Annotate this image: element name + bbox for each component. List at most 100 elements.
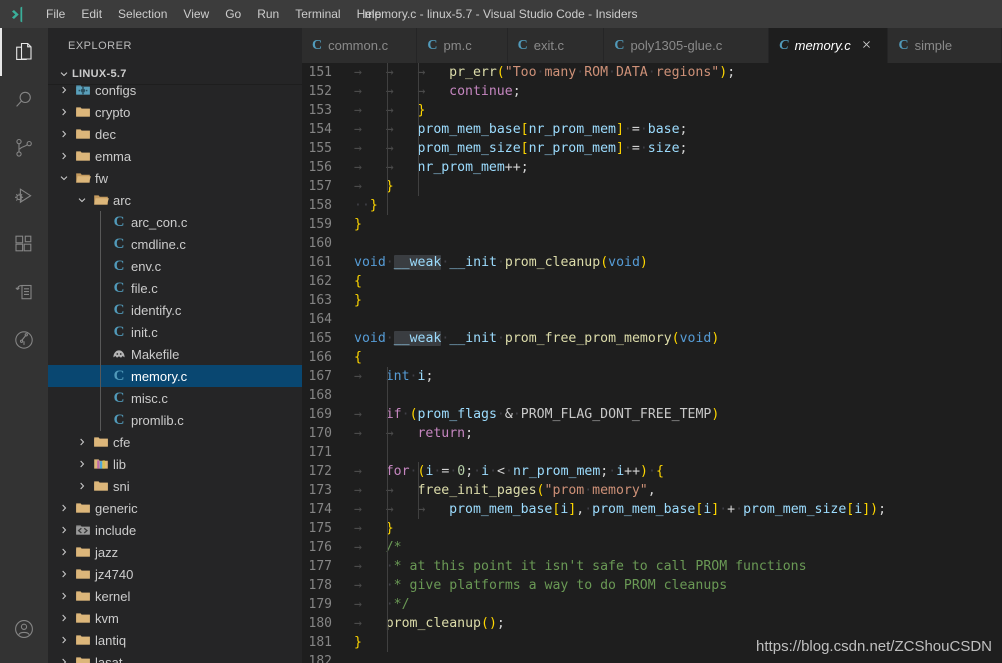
tree-folder-configs[interactable]: configs <box>48 85 302 101</box>
menu-go[interactable]: Go <box>217 0 249 28</box>
editor-tab-simple[interactable]: Csimple <box>888 28 1002 63</box>
editor-tab-bar[interactable]: Ccommon.cCpm.cCexit.cCpoly1305-glue.cCme… <box>302 28 1002 63</box>
tree-file-file-c[interactable]: Cfile.c <box>48 277 302 299</box>
file-tree-scroll[interactable]: configscrypto dec emmafwarcCarc_con.cCcmdl… <box>48 85 302 663</box>
activity-item-extensions[interactable] <box>0 220 48 268</box>
activity-item-source-control[interactable] <box>0 124 48 172</box>
c-file-icon: C <box>518 38 528 54</box>
line-number: 180 <box>302 614 354 633</box>
chevron-right-icon[interactable] <box>56 502 72 514</box>
chevron-right-icon[interactable] <box>56 85 72 96</box>
menu-view[interactable]: View <box>175 0 217 28</box>
chevron-right-icon[interactable] <box>74 458 90 470</box>
menu-bar[interactable]: File Edit Selection View Go Run Terminal… <box>38 0 389 28</box>
tree-folder-emma[interactable]: emma <box>48 145 302 167</box>
code-line: 180→prom_cleanup(); <box>302 614 1002 633</box>
tree-file-env-c[interactable]: Cenv.c <box>48 255 302 277</box>
tree-folder-generic[interactable]: generic <box>48 497 302 519</box>
tree-folder-kvm[interactable]: kvm <box>48 607 302 629</box>
menu-terminal[interactable]: Terminal <box>287 0 348 28</box>
line-number: 170 <box>302 424 354 443</box>
activity-item-accounts[interactable] <box>0 605 48 653</box>
tree-item-label: promlib.c <box>130 413 184 428</box>
chevron-right-icon[interactable] <box>56 128 72 140</box>
tree-file-promlib-c[interactable]: Cpromlib.c <box>48 409 302 431</box>
chevron-right-icon[interactable] <box>56 150 72 162</box>
tree-folder-dec[interactable]: dec <box>48 123 302 145</box>
editor-tab-common-c[interactable]: Ccommon.c <box>302 28 417 63</box>
tree-folder-lantiq[interactable]: lantiq <box>48 629 302 651</box>
activity-item-search[interactable] <box>0 76 48 124</box>
activity-item-run-and-debug[interactable] <box>0 172 48 220</box>
editor-content[interactable]: 151→→→pr_err("Too·many·ROM·DATA·regions"… <box>302 63 1002 663</box>
close-icon[interactable] <box>861 38 872 53</box>
tree-folder-arc[interactable]: arc <box>48 189 302 211</box>
chevron-right-icon[interactable] <box>56 546 72 558</box>
title-bar: File Edit Selection View Go Run Terminal… <box>0 0 1002 28</box>
code-line-text: →·* give platforms a way to do PROM clea… <box>354 576 727 595</box>
account-icon <box>12 617 36 641</box>
tree-folder-jz4740[interactable]: jz4740 <box>48 563 302 585</box>
tree-folder-kernel[interactable]: kernel <box>48 585 302 607</box>
chevron-right-icon[interactable] <box>56 106 72 118</box>
tree-item-label: Makefile <box>130 347 179 362</box>
chevron-right-icon[interactable] <box>56 590 72 602</box>
chevron-right-icon[interactable] <box>56 524 72 536</box>
tree-file-makefile[interactable]: Makefile <box>48 343 302 365</box>
folder-icon <box>72 104 94 120</box>
editor-tab-memory-c[interactable]: Cmemory.c <box>769 28 888 63</box>
editor-tab-poly1305-glue-c[interactable]: Cpoly1305-glue.c <box>604 28 769 63</box>
chevron-right-icon[interactable] <box>74 480 90 492</box>
folder-icon <box>72 148 94 164</box>
tree-folder-cfe[interactable]: cfe <box>48 431 302 453</box>
code-line-text: →·*/ <box>354 595 410 614</box>
menu-help[interactable]: Help <box>349 0 390 28</box>
activity-item-remote-explorer[interactable] <box>0 268 48 316</box>
line-number: 169 <box>302 405 354 424</box>
line-number: 154 <box>302 120 354 139</box>
tree-file-identify-c[interactable]: Cidentify.c <box>48 299 302 321</box>
tree-folder-include[interactable]: include <box>48 519 302 541</box>
tree-indent-guide <box>100 211 101 431</box>
code-line-text: →if·(prom_flags·&·PROM_FLAG_DONT_FREE_TE… <box>354 405 719 424</box>
chevron-right-icon[interactable] <box>56 634 72 646</box>
tree-folder-sni[interactable]: sni <box>48 475 302 497</box>
menu-selection[interactable]: Selection <box>110 0 175 28</box>
makefile-icon <box>108 346 130 362</box>
menu-edit[interactable]: Edit <box>73 0 110 28</box>
editor-indent-guide <box>387 63 388 215</box>
workspace-root-row[interactable]: LINUX-5.7 <box>48 63 302 85</box>
activity-item-explorer[interactable] <box>0 28 48 76</box>
chevron-right-icon[interactable] <box>56 612 72 624</box>
menu-run[interactable]: Run <box>249 0 287 28</box>
chevron-right-icon[interactable] <box>56 656 72 663</box>
editor-tab-exit-c[interactable]: Cexit.c <box>508 28 605 63</box>
tree-item-label: memory.c <box>130 369 187 384</box>
tree-folder-crypto[interactable]: crypto <box>48 101 302 123</box>
chevron-right-icon[interactable] <box>56 568 72 580</box>
folder-icon <box>72 610 94 626</box>
c-file-icon: C <box>898 38 908 54</box>
tree-folder-jazz[interactable]: jazz <box>48 541 302 563</box>
tree-file-arc-con-c[interactable]: Carc_con.c <box>48 211 302 233</box>
chevron-down-icon[interactable] <box>74 194 90 206</box>
tree-file-init-c[interactable]: Cinit.c <box>48 321 302 343</box>
editor-tab-pm-c[interactable]: Cpm.c <box>417 28 507 63</box>
menu-file[interactable]: File <box>38 0 73 28</box>
code-line: 158··} <box>302 196 1002 215</box>
c-file-icon: C <box>108 369 130 384</box>
chevron-right-icon[interactable] <box>74 436 90 448</box>
tree-file-cmdline-c[interactable]: Ccmdline.c <box>48 233 302 255</box>
line-number: 158 <box>302 196 354 215</box>
tree-folder-fw[interactable]: fw <box>48 167 302 189</box>
tree-file-memory-c[interactable]: Cmemory.c <box>48 365 302 387</box>
source-code[interactable]: 151→→→pr_err("Too·many·ROM·DATA·regions"… <box>302 63 1002 663</box>
chevron-down-icon[interactable] <box>56 172 72 184</box>
tree-file-misc-c[interactable]: Cmisc.c <box>48 387 302 409</box>
activity-item-testing[interactable] <box>0 316 48 364</box>
code-line-text: →→nr_prom_mem++; <box>354 158 529 177</box>
tree-folder-lib[interactable]: lib <box>48 453 302 475</box>
tree-item-label: lib <box>112 457 126 472</box>
tree-folder-lasat[interactable]: lasat <box>48 651 302 663</box>
tree-item-label: dec <box>94 127 116 142</box>
